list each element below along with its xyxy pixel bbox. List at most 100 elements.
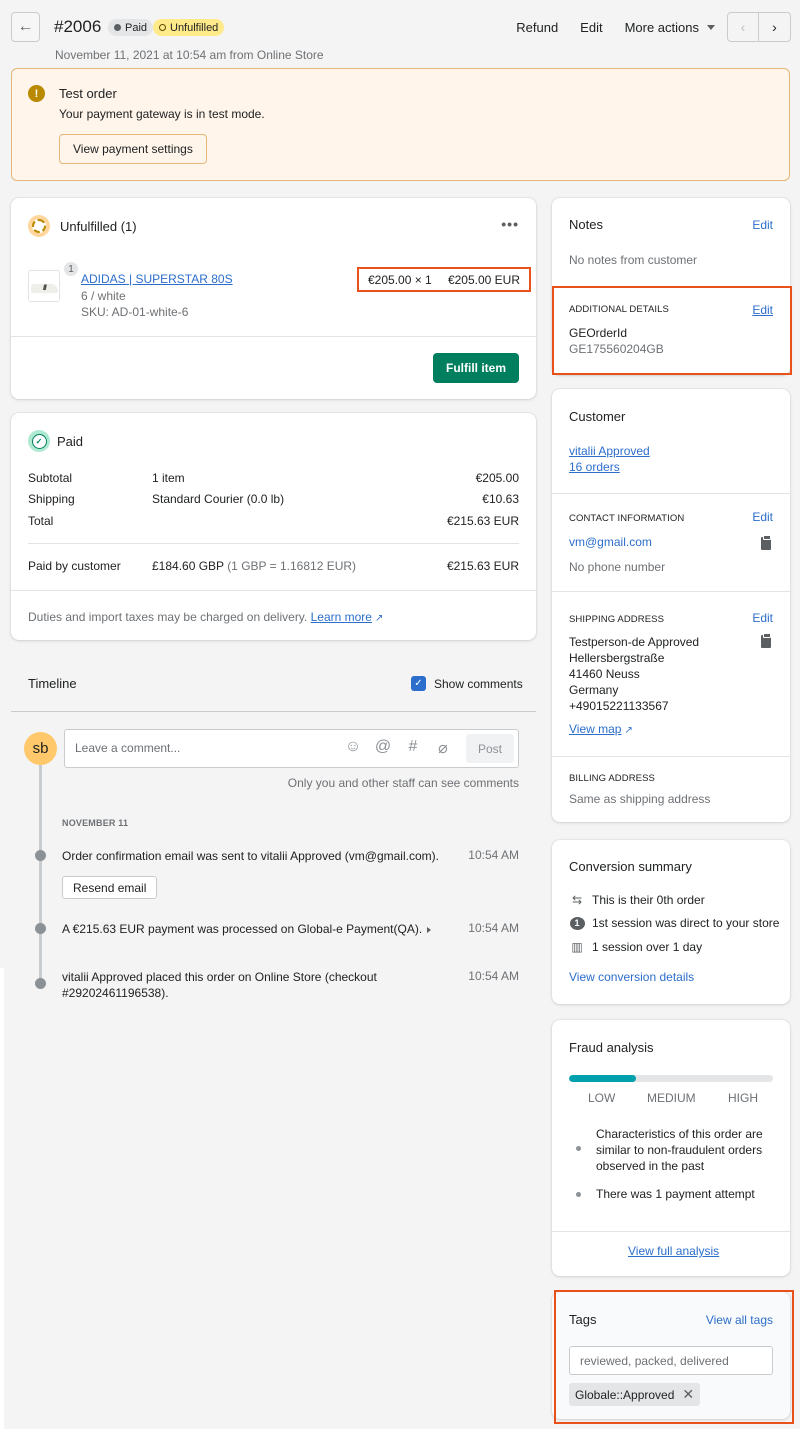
mention-icon[interactable]: @ [373,738,393,756]
timeline-divider [11,711,536,712]
timeline-dot [35,978,46,989]
row-detail: Standard Courier (0.0 lb) [152,492,285,506]
shipping-heading: SHIPPING ADDRESS [569,614,665,625]
contact-edit-link[interactable]: Edit [752,510,773,524]
total-row: Total €215.63 EUR [28,514,519,530]
back-button[interactable]: ← [11,12,40,42]
customer-title: Customer [569,409,626,424]
divider [11,590,536,591]
view-map: View map ↗ [569,722,633,736]
product-thumbnail: /// [28,270,60,302]
quantity-badge: 1 [62,260,80,278]
status-dot-icon [114,24,121,31]
attachment-icon[interactable]: ⌀ [433,738,453,758]
gbp-amount: £184.60 GBP [152,559,224,573]
show-comments-checkbox[interactable]: ✓ Show comments [411,676,523,691]
expand-triangle-icon[interactable] [427,926,432,933]
post-button[interactable]: Post [466,734,514,763]
product-link[interactable]: ADIDAS | SUPERSTAR 80S [81,272,233,286]
view-map-link[interactable]: View map [569,722,621,736]
conversion-text: 1 session over 1 day [592,940,703,954]
banner-text: Your payment gateway is in test mode. [59,107,265,121]
unfulfilled-status-icon [28,215,50,237]
external-link-icon: ↗ [624,725,633,736]
timeline-dot [35,850,46,861]
conversion-row: 1 1st session was direct to your store [569,916,779,930]
customer-name-link[interactable]: vitalii Approved [569,444,650,458]
risk-level-medium: MEDIUM [647,1091,696,1105]
divider [552,591,790,592]
checkmark-icon: ✓ [31,433,47,449]
notes-edit-link[interactable]: Edit [752,218,773,232]
hashtag-icon[interactable]: # [403,738,423,756]
payment-status-badge: Paid [108,19,154,36]
row-amount: €205.00 [475,471,519,485]
address-line: Hellersbergstraße [569,651,665,665]
status-ring-icon [159,24,166,31]
customer-phone: No phone number [569,560,666,574]
fraud-indicator: There was 1 payment attempt [596,1187,755,1201]
fulfill-item-button[interactable]: Fulfill item [433,353,519,383]
chevron-right-icon: › [772,19,777,35]
badge-label: Paid [125,21,148,34]
exchange-rate: (1 GBP = 1.16812 EUR) [227,559,357,573]
shipping-edit-link[interactable]: Edit [752,611,773,625]
badge-label: Unfulfilled [170,21,219,34]
more-actions-button[interactable]: More actions [625,20,715,35]
address-line: Testperson-de Approved [569,635,700,649]
more-options-icon[interactable]: ••• [501,216,519,232]
address-line: 41460 Neuss [569,667,640,681]
paid-by-customer-row: Paid by customer £184.60 GBP (1 GBP = 1.… [28,559,519,575]
divider [552,493,790,494]
address-line: +49015221133567 [569,699,669,713]
additional-details-highlight [552,286,792,375]
customer-email-link[interactable]: vm@gmail.com [569,535,652,549]
divider [11,336,536,337]
line-total: €205.00 EUR [447,272,520,287]
next-order-button[interactable]: › [759,13,790,41]
price-highlight: €205.00 × 1 €205.00 EUR [357,267,531,292]
fraud-title: Fraud analysis [569,1040,654,1055]
refund-button[interactable]: Refund [516,20,558,35]
arrow-left-icon: ← [17,18,34,35]
tags-highlight [554,1290,794,1424]
page-header: ← #2006 Paid Unfulfilled November 11, 20… [11,12,791,62]
risk-level-high: HIGH [728,1091,758,1105]
emoji-icon[interactable]: ☺ [343,738,363,756]
payment-card: ✓ Paid Subtotal 1 item €205.00 Shipping … [11,413,536,640]
fraud-risk-fill [569,1075,637,1082]
row-label: Subtotal [28,471,73,485]
conversion-text: 1st session was direct to your store [592,916,780,930]
timeline-event-time: 10:54 AM [468,969,519,983]
view-payment-settings-button[interactable]: View payment settings [59,134,207,164]
view-full-analysis-link[interactable]: View full analysis [628,1244,719,1258]
external-link-icon: ↗ [374,613,384,624]
avatar: sb [24,732,57,765]
return-order-icon: ⇆ [571,893,583,907]
comment-input[interactable] [75,741,335,755]
notes-text: No notes from customer [569,253,698,267]
clipboard-icon[interactable] [761,535,771,550]
customer-orders-link[interactable]: 16 orders [569,460,620,474]
view-conversion-details-link[interactable]: View conversion details [569,970,694,984]
show-comments-label: Show comments [434,676,523,691]
product-sku: SKU: AD-01-white-6 [81,305,189,319]
resend-email-button[interactable]: Resend email [62,876,158,899]
clipboard-icon[interactable] [761,633,771,648]
timeline-event-time: 10:54 AM [468,921,519,935]
previous-order-button[interactable]: ‹ [728,13,759,41]
unfulfilled-card: Unfulfilled (1) ••• /// 1 ADIDAS | SUPER… [11,198,536,399]
timeline-title: Timeline [28,676,77,691]
test-order-banner: ! Test order Your payment gateway is in … [11,68,790,181]
learn-more-link[interactable]: Learn more [311,610,372,624]
conversion-row: ▥ 1 session over 1 day [569,940,702,954]
chevron-left-icon: ‹ [740,19,746,35]
timeline-event[interactable]: A €215.63 EUR payment was processed on G… [62,921,442,937]
divider [552,1231,790,1232]
checkbox-checked-icon[interactable]: ✓ [411,676,426,691]
edit-button[interactable]: Edit [580,20,602,35]
order-number: #2006 [54,17,102,36]
fulfillment-status-badge: Unfulfilled [153,19,225,36]
order-subtitle: November 11, 2021 at 10:54 am from Onlin… [55,48,324,62]
customer-card: Customer vitalii Approved 16 orders CONT… [552,389,790,822]
